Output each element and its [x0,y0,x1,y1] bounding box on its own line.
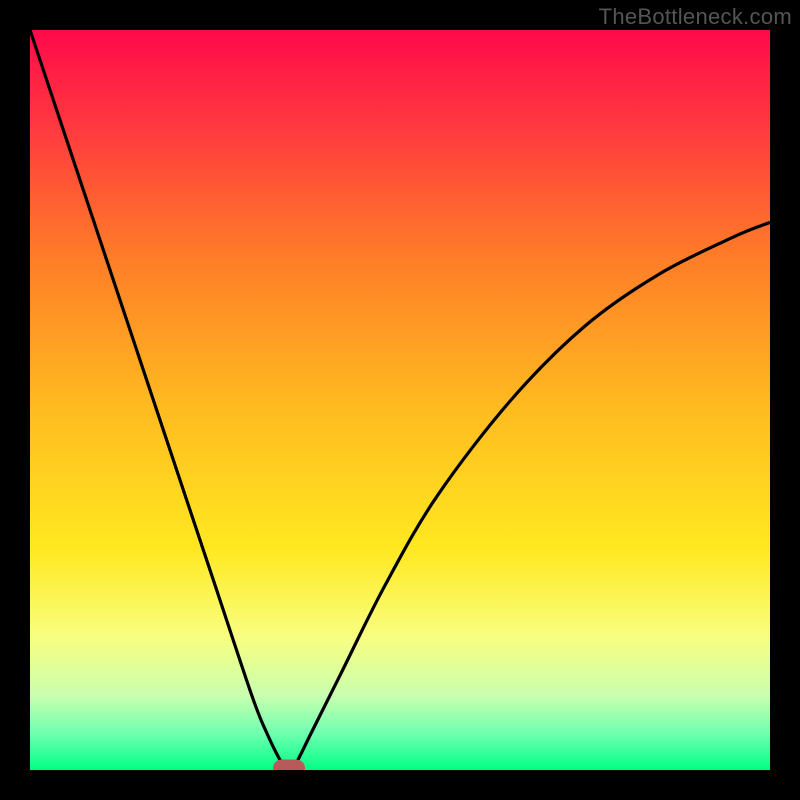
chart-container: TheBottleneck.com [0,0,800,800]
watermark-text: TheBottleneck.com [599,4,792,30]
plot-area [30,30,770,770]
gradient-background [30,30,770,770]
chart-svg [30,30,770,770]
optimum-marker [273,760,305,771]
